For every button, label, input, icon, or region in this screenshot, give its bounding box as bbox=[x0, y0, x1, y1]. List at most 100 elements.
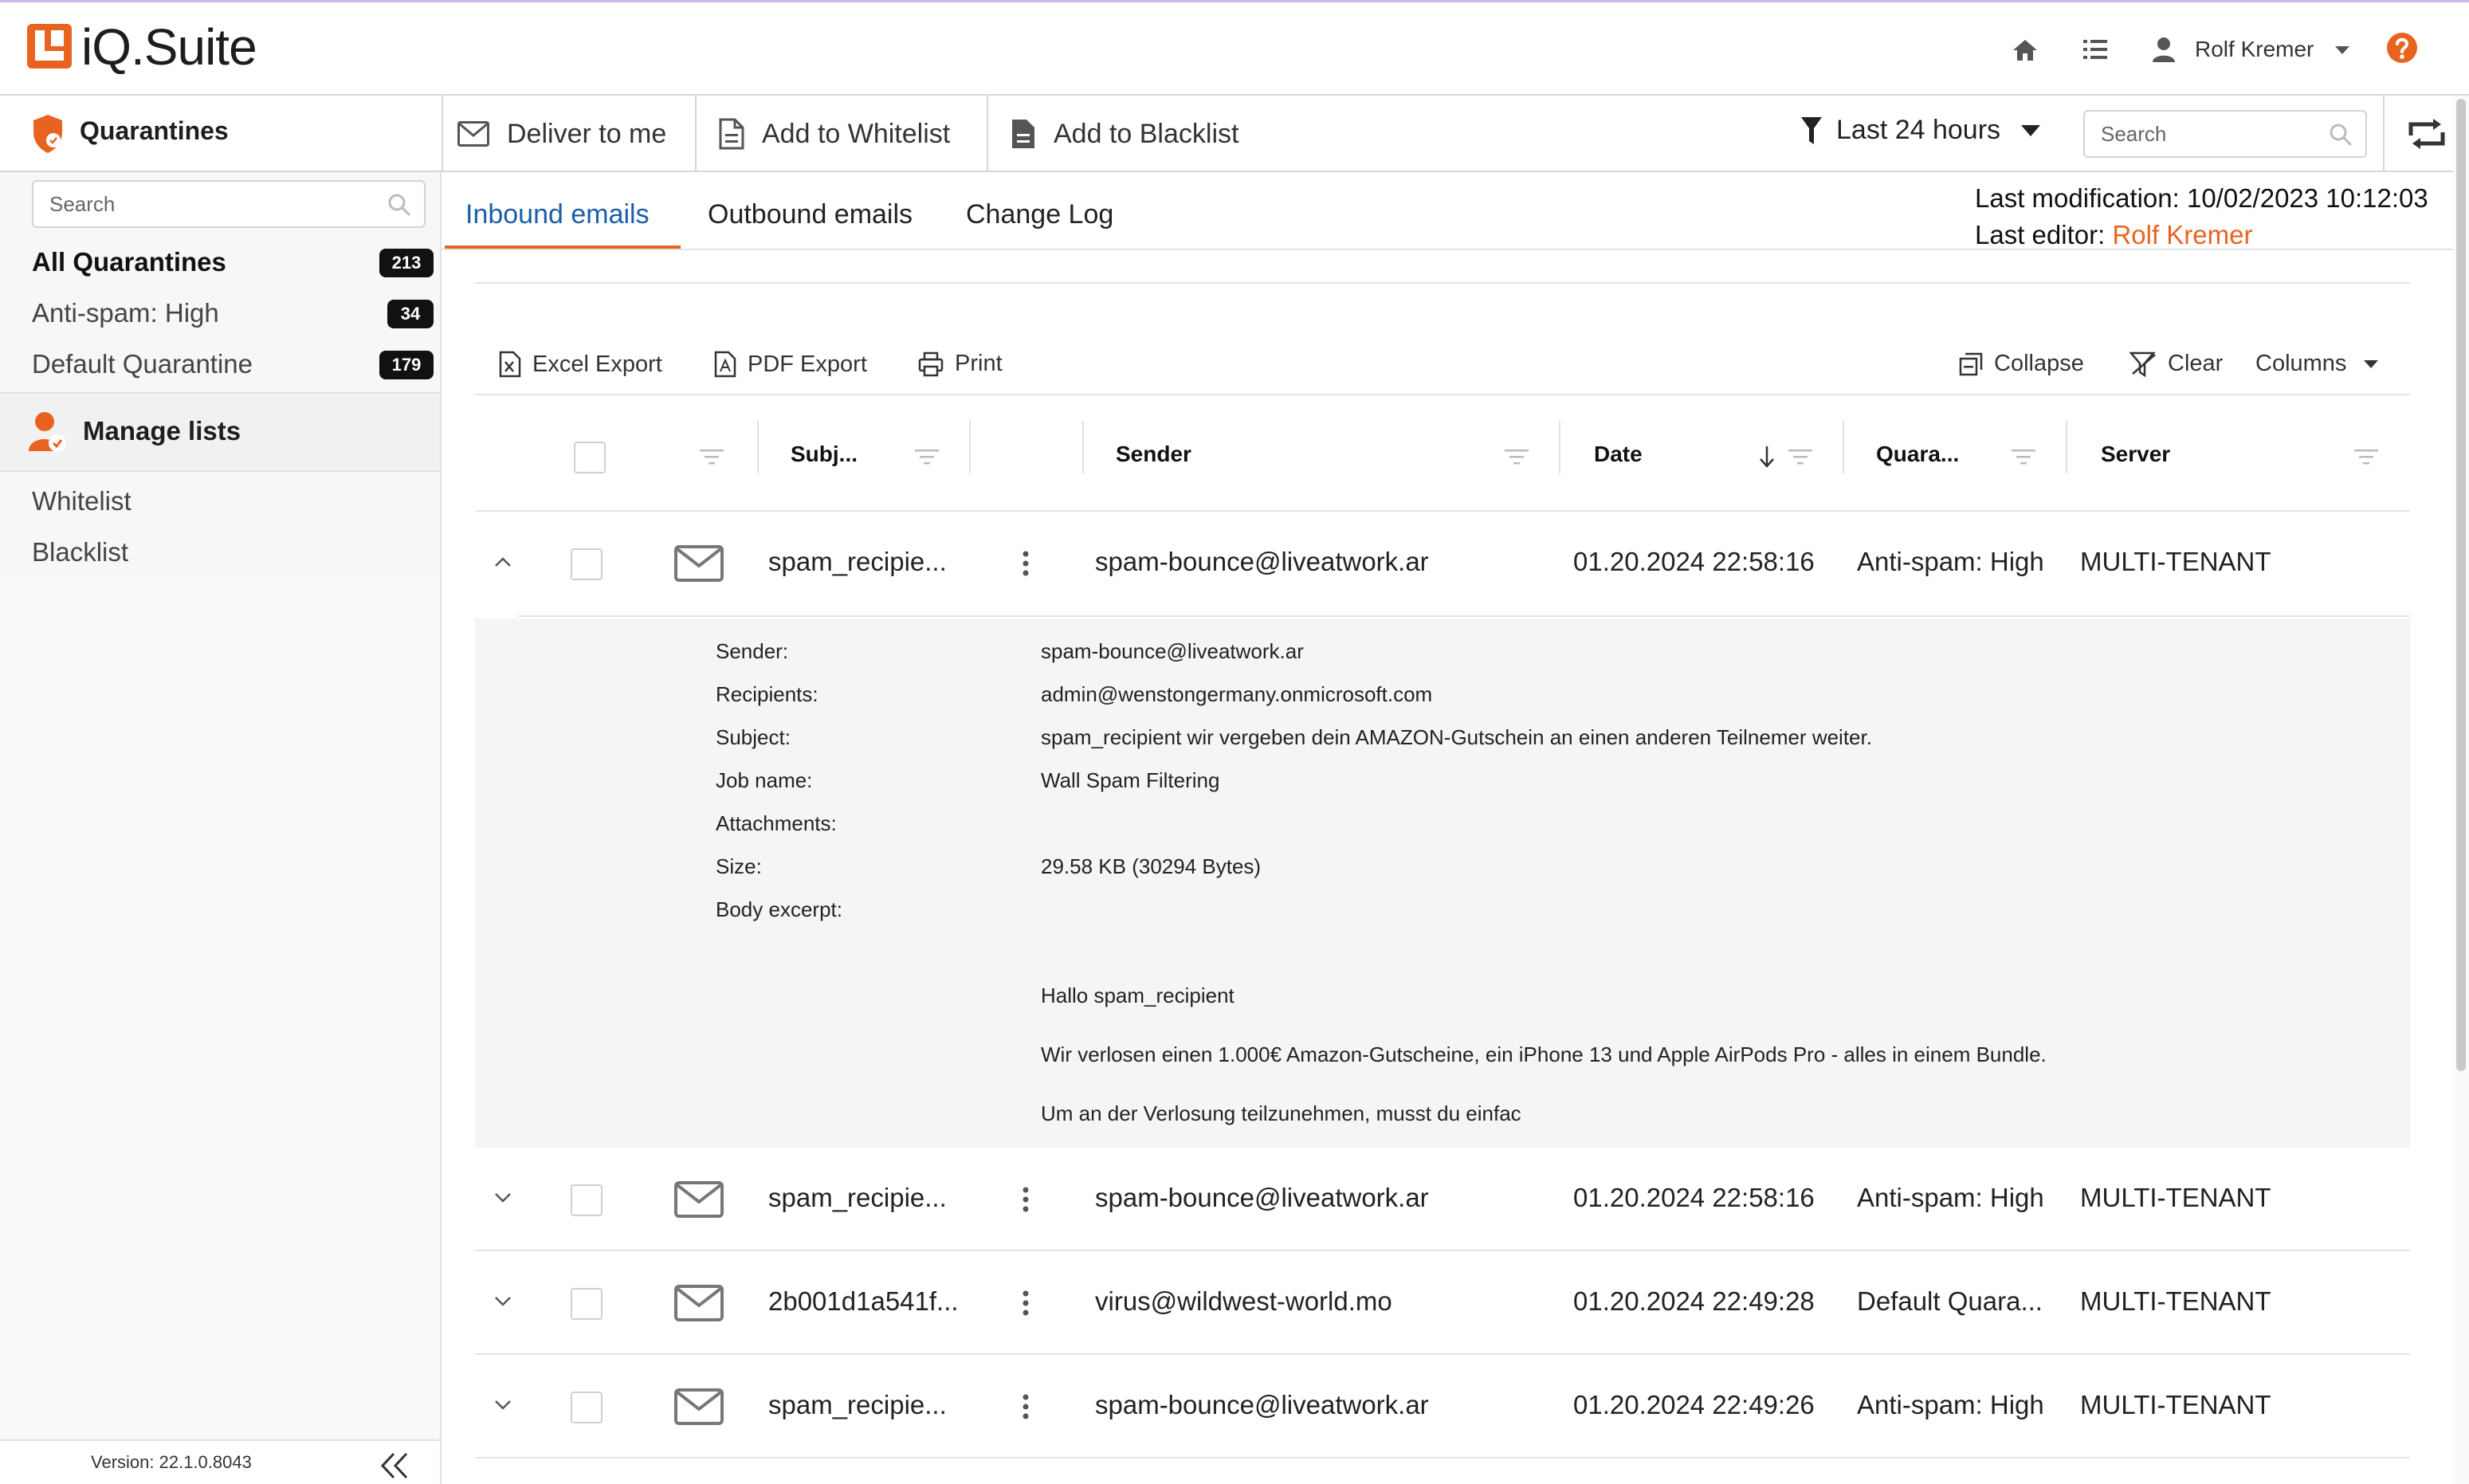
tab-change-log[interactable]: Change Log bbox=[966, 199, 1113, 230]
row-divider bbox=[475, 1457, 2410, 1458]
sidebar-item-blacklist[interactable]: Blacklist bbox=[32, 537, 128, 567]
row-divider bbox=[475, 1353, 2410, 1355]
pdf-export-label: PDF Export bbox=[748, 351, 867, 377]
column-header-server[interactable]: Server bbox=[2101, 442, 2170, 467]
sort-descending-icon[interactable] bbox=[1758, 445, 1776, 469]
count-badge: 213 bbox=[379, 249, 434, 277]
sidebar-item-default-quarantine[interactable]: Default Quarantine bbox=[32, 349, 253, 379]
row-subject: spam_recipie... bbox=[768, 547, 947, 576]
tab-inbound-emails[interactable]: Inbound emails bbox=[465, 199, 650, 230]
home-icon[interactable] bbox=[2012, 38, 2039, 62]
pdf-export-button[interactable]: PDF Export bbox=[714, 351, 867, 378]
columns-label: Columns bbox=[2255, 351, 2347, 376]
row-divider bbox=[518, 615, 2410, 617]
iq-suite-logo-icon[interactable] bbox=[27, 24, 72, 69]
clear-filters-button[interactable]: Clear bbox=[2129, 351, 2223, 377]
count-badge: 34 bbox=[387, 300, 434, 328]
sidebar-item-anti-spam-high[interactable]: Anti-spam: High bbox=[32, 298, 219, 328]
column-header-date[interactable]: Date bbox=[1594, 442, 1643, 467]
row-server: MULTI-TENANT bbox=[2080, 1390, 2271, 1419]
collapse-button[interactable]: Collapse bbox=[1959, 351, 2084, 377]
sidebar-item-whitelist[interactable]: Whitelist bbox=[32, 486, 131, 516]
row-checkbox[interactable] bbox=[571, 548, 603, 580]
column-divider bbox=[757, 421, 759, 473]
tab-outbound-emails[interactable]: Outbound emails bbox=[708, 199, 913, 230]
detail-label-attachments: Attachments: bbox=[716, 811, 837, 835]
last-editor-name[interactable]: Rolf Kremer bbox=[2112, 220, 2252, 249]
chevron-down-icon[interactable] bbox=[494, 1192, 512, 1203]
funnel-icon bbox=[1801, 116, 1822, 144]
row-checkbox[interactable] bbox=[571, 1392, 603, 1423]
select-all-checkbox[interactable] bbox=[574, 442, 606, 473]
shield-icon bbox=[30, 113, 65, 155]
add-to-whitelist-button[interactable]: Add to Whitelist bbox=[719, 96, 950, 172]
excel-export-button[interactable]: Excel Export bbox=[499, 351, 662, 378]
column-filter-icon[interactable] bbox=[2354, 448, 2378, 465]
collapse-label: Collapse bbox=[1994, 351, 2084, 376]
search-icon bbox=[2330, 124, 2353, 147]
user-check-icon bbox=[29, 411, 69, 454]
toolbar-divider bbox=[442, 96, 443, 172]
column-filter-icon[interactable] bbox=[2012, 448, 2035, 465]
column-header-sender[interactable]: Sender bbox=[1116, 442, 1191, 467]
deliver-to-me-label: Deliver to me bbox=[507, 118, 667, 149]
column-filter-icon[interactable] bbox=[915, 448, 939, 465]
count-badge: 179 bbox=[379, 351, 434, 379]
more-vertical-icon[interactable] bbox=[1022, 1186, 1030, 1213]
chevron-up-icon[interactable] bbox=[494, 556, 512, 567]
row-checkbox[interactable] bbox=[571, 1184, 603, 1216]
print-label: Print bbox=[955, 351, 1003, 376]
printer-icon bbox=[918, 351, 944, 376]
detail-label-sender: Sender: bbox=[716, 639, 789, 663]
scrollbar-thumb[interactable] bbox=[2456, 99, 2466, 1071]
more-vertical-icon[interactable] bbox=[1022, 1290, 1030, 1317]
excel-export-label: Excel Export bbox=[532, 351, 662, 377]
row-quarantine: Default Quara... bbox=[1857, 1286, 2043, 1316]
help-icon[interactable] bbox=[2386, 32, 2418, 64]
time-filter-dropdown[interactable]: Last 24 hours bbox=[1801, 115, 2055, 146]
row-checkbox[interactable] bbox=[571, 1288, 603, 1320]
row-date: 01.20.2024 22:58:16 bbox=[1573, 547, 1815, 576]
row-quarantine: Anti-spam: High bbox=[1857, 547, 2044, 576]
column-filter-icon[interactable] bbox=[1788, 448, 1812, 465]
print-button[interactable]: Print bbox=[918, 351, 1003, 377]
tabs-divider bbox=[442, 249, 2453, 250]
row-subject: spam_recipie... bbox=[768, 1183, 947, 1212]
column-header-quarantine[interactable]: Quara... bbox=[1876, 442, 1959, 467]
column-divider bbox=[1082, 421, 1084, 473]
sidebar-divider bbox=[0, 470, 440, 472]
add-to-blacklist-button[interactable]: Add to Blacklist bbox=[1011, 96, 1238, 172]
column-filter-icon[interactable] bbox=[1505, 448, 1529, 465]
detail-label-recipients: Recipients: bbox=[716, 682, 818, 706]
columns-dropdown[interactable]: Columns bbox=[2255, 351, 2379, 377]
row-date: 01.20.2024 22:49:26 bbox=[1573, 1390, 1815, 1419]
row-sender: spam-bounce@liveatwork.ar bbox=[1095, 547, 1429, 576]
column-filter-icon[interactable] bbox=[700, 448, 724, 465]
detail-value-job: Wall Spam Filtering bbox=[1041, 768, 1220, 792]
chevron-down-icon[interactable] bbox=[2335, 46, 2349, 54]
chevron-down-icon[interactable] bbox=[494, 1296, 512, 1307]
chevron-down-icon[interactable] bbox=[494, 1400, 512, 1411]
more-vertical-icon[interactable] bbox=[1022, 1393, 1030, 1420]
column-header-subject[interactable]: Subj... bbox=[791, 442, 858, 467]
envelope-icon bbox=[674, 1285, 724, 1321]
row-server: MULTI-TENANT bbox=[2080, 547, 2271, 576]
list-icon[interactable] bbox=[2083, 38, 2107, 61]
row-divider bbox=[475, 1250, 2410, 1251]
more-vertical-icon[interactable] bbox=[1022, 550, 1030, 577]
double-chevron-left-icon[interactable] bbox=[379, 1452, 410, 1479]
collapse-icon bbox=[1959, 352, 1983, 375]
sidebar-search-input[interactable]: Search bbox=[32, 180, 426, 228]
toolbar-divider bbox=[695, 96, 697, 172]
last-editor-label: Last editor: bbox=[1975, 220, 2106, 249]
sidebar-empty-area bbox=[0, 577, 440, 1438]
user-name[interactable]: Rolf Kremer bbox=[2195, 37, 2314, 62]
search-input[interactable]: Search bbox=[2083, 110, 2367, 158]
detail-value-sender: spam-bounce@liveatwork.ar bbox=[1041, 639, 1304, 663]
add-to-blacklist-label: Add to Blacklist bbox=[1054, 118, 1239, 149]
toolbar-divider bbox=[987, 96, 988, 172]
sidebar-item-all-quarantines[interactable]: All Quarantines bbox=[32, 247, 226, 277]
excel-file-icon bbox=[499, 351, 521, 378]
deliver-to-me-button[interactable]: Deliver to me bbox=[457, 96, 666, 172]
user-icon[interactable] bbox=[2152, 37, 2176, 62]
